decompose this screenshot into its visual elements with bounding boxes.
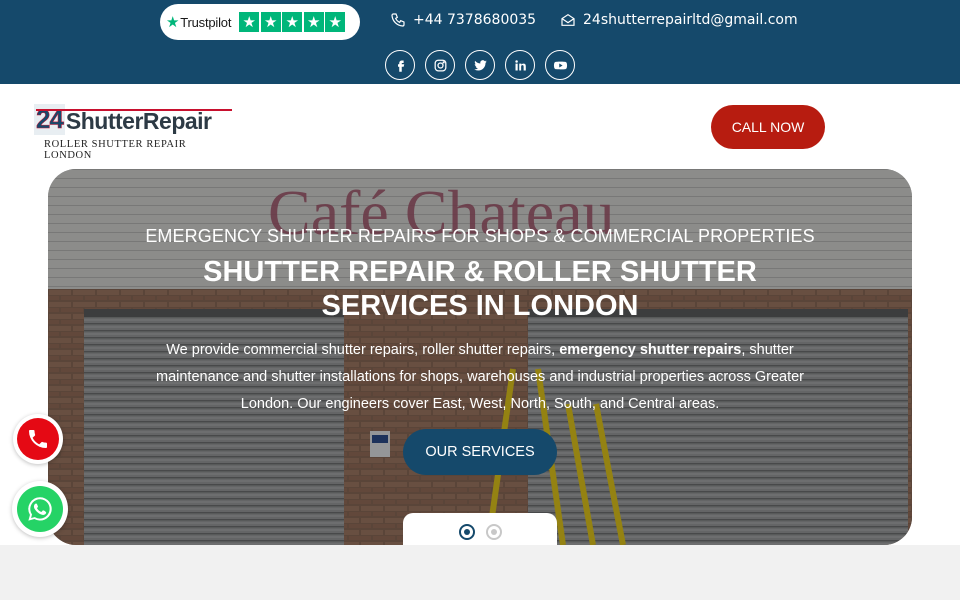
- rating-star-icon: ★: [303, 12, 324, 32]
- social-links: [385, 50, 575, 80]
- hero-subtitle: EMERGENCY SHUTTER REPAIRS FOR SHOPS & CO…: [145, 226, 815, 246]
- hero-description-part: We provide commercial shutter repairs, r…: [166, 342, 560, 358]
- rating-star-icon: ★: [282, 12, 303, 32]
- youtube-icon[interactable]: [545, 50, 575, 80]
- floating-call-button[interactable]: [13, 414, 63, 464]
- phone-icon: [390, 12, 406, 28]
- slider-pagination: [403, 513, 557, 545]
- slide-dot-1[interactable]: [458, 524, 475, 540]
- twitter-icon[interactable]: [465, 50, 495, 80]
- email-link[interactable]: 24shutterrepairltd@gmail.com: [560, 12, 798, 28]
- hero-slider: Café Chateau EMERGENCY SHUTTER REPAIRS F…: [48, 169, 912, 545]
- trustpilot-rating: ★ ★ ★ ★ ★: [239, 12, 347, 32]
- instagram-icon[interactable]: [425, 50, 455, 80]
- logo-word: ShutterRepair: [65, 108, 212, 134]
- hero-description-emphasis: emergency shutter repairs: [559, 342, 742, 358]
- rating-star-icon: ★: [260, 12, 281, 32]
- site-logo[interactable]: 24 ShutterRepair ROLLER SHUTTER REPAIR L…: [34, 104, 234, 161]
- hero-description: We provide commercial shutter repairs, r…: [136, 337, 824, 418]
- call-now-button[interactable]: CALL NOW: [711, 105, 825, 149]
- trustpilot-logo: ★ Trustpilot: [166, 13, 231, 31]
- top-bar: ★ Trustpilot ★ ★ ★ ★ ★ +44 7378680035 24…: [0, 0, 960, 84]
- logo-rule: [36, 109, 232, 111]
- slide-dot-2[interactable]: [485, 524, 502, 540]
- site-header: 24 ShutterRepair ROLLER SHUTTER REPAIR L…: [0, 84, 960, 170]
- hero-title: SHUTTER REPAIR & ROLLER SHUTTER SERVICES…: [203, 256, 757, 322]
- next-section: [0, 545, 960, 600]
- phone-number: +44 7378680035: [413, 12, 537, 28]
- whatsapp-icon: [17, 486, 63, 532]
- phone-link[interactable]: +44 7378680035: [390, 12, 536, 28]
- rating-star-icon: ★: [325, 12, 346, 32]
- facebook-icon[interactable]: [385, 50, 415, 80]
- email-address: 24shutterrepairltd@gmail.com: [583, 12, 798, 28]
- trustpilot-badge[interactable]: ★ Trustpilot ★ ★ ★ ★ ★: [160, 4, 360, 40]
- trustpilot-label: Trustpilot: [180, 14, 232, 30]
- our-services-button[interactable]: OUR SERVICES: [403, 429, 557, 475]
- logo-subtitle: ROLLER SHUTTER REPAIR LONDON: [44, 139, 187, 161]
- linkedin-icon[interactable]: [505, 50, 535, 80]
- trustpilot-star-icon: ★: [166, 14, 180, 31]
- rating-star-icon: ★: [239, 12, 260, 32]
- floating-whatsapp-button[interactable]: [12, 481, 68, 537]
- email-icon: [560, 12, 576, 28]
- phone-icon: [17, 418, 59, 460]
